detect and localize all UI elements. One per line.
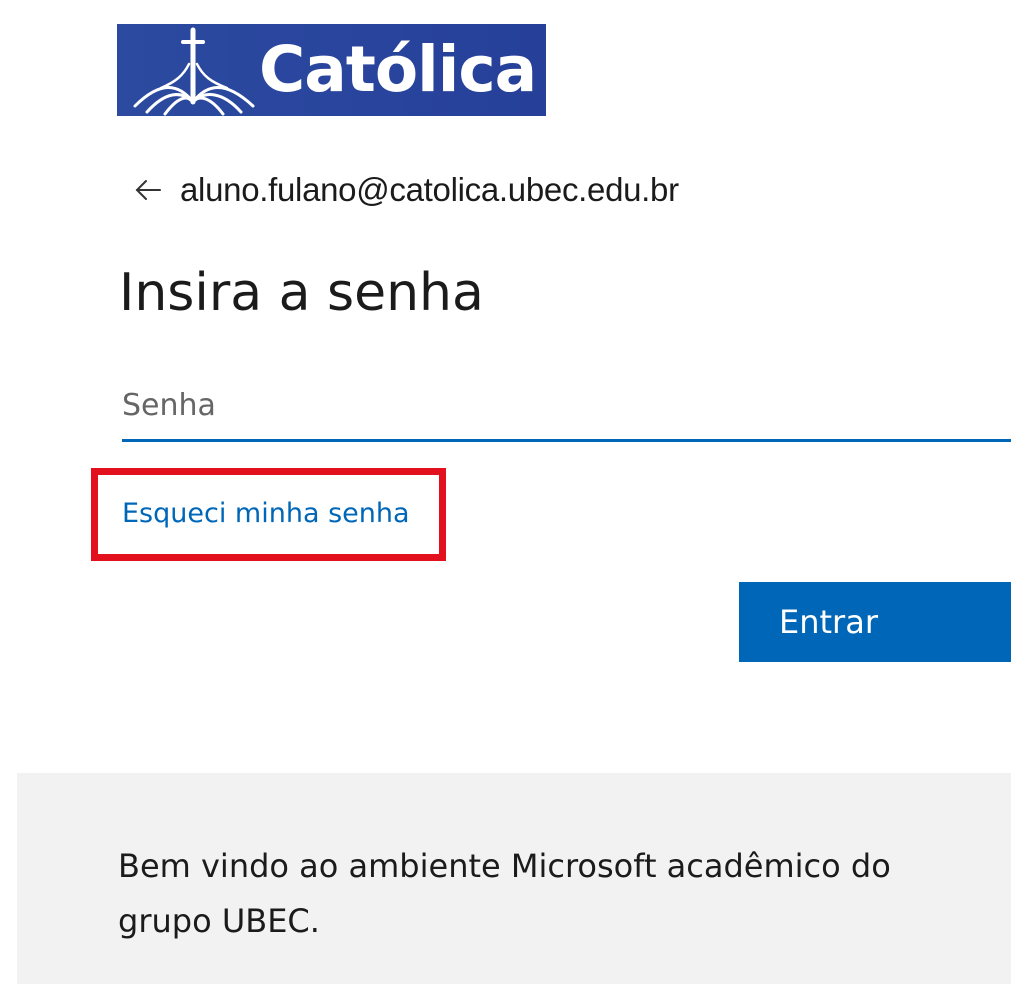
password-input[interactable] [122,372,1011,442]
forgot-password-link[interactable]: Esqueci minha senha [122,492,410,536]
identity-email: aluno.fulano@catolica.ubec.edu.br [180,171,679,208]
cathedral-logo-icon [133,27,255,116]
identity-banner: aluno.fulano@catolica.ubec.edu.br [134,168,679,212]
page-title: Insira a senha [119,263,484,323]
signin-button[interactable]: Entrar [739,582,1011,662]
welcome-banner: Bem vindo ao ambiente Microsoft acadêmic… [17,773,1011,984]
catolica-logo: Católica [117,24,546,116]
arrow-left-icon[interactable] [134,178,162,202]
logo-wordmark: Católica [259,33,537,106]
signin-page: Católica aluno.fulano@catolica.ubec.edu.… [0,0,1011,984]
welcome-text: Bem vindo ao ambiente Microsoft acadêmic… [118,847,891,940]
